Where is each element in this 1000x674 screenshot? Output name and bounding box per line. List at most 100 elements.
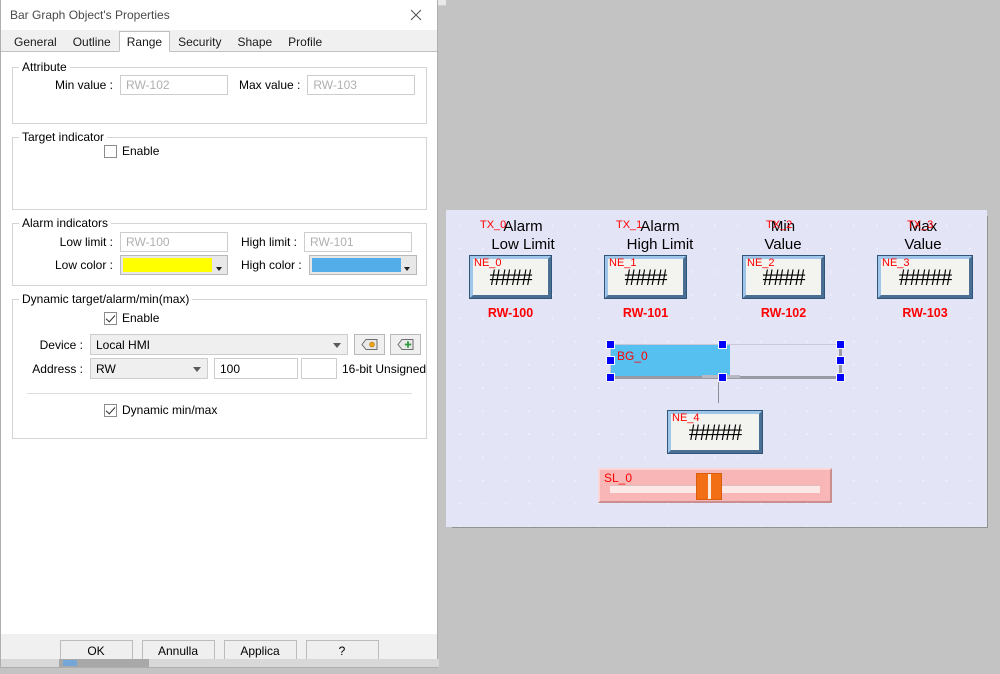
numeric-element-tag-0: NE_0 bbox=[474, 257, 502, 269]
tab-general[interactable]: General bbox=[6, 32, 65, 51]
max-value-input[interactable] bbox=[307, 75, 416, 95]
dialog-body: Attribute Min value : Max value : Target… bbox=[1, 52, 437, 634]
dialog-titlebar: Bar Graph Object's Properties bbox=[1, 0, 437, 30]
tab-security[interactable]: Security bbox=[170, 32, 230, 51]
attribute-group-legend: Attribute bbox=[22, 60, 67, 74]
dynamic-enable-checkbox[interactable] bbox=[104, 311, 117, 325]
chevron-down-icon bbox=[215, 267, 222, 271]
high-color-swatch bbox=[311, 258, 401, 272]
low-limit-input[interactable] bbox=[120, 232, 228, 252]
device-select[interactable]: Local HMI bbox=[90, 334, 348, 355]
numeric-element-address-1: RW-101 bbox=[622, 306, 669, 320]
min-value-row: Min value : bbox=[47, 75, 228, 95]
selection-handle-s[interactable] bbox=[718, 373, 727, 382]
screen: TX_0 Alarm Low Limit TX_1 Alarm High Lim… bbox=[0, 0, 1000, 674]
chevron-down-icon bbox=[193, 366, 201, 372]
high-color-picker[interactable] bbox=[308, 255, 417, 275]
numeric-element-tag-4: NE_4 bbox=[672, 412, 700, 424]
slider-thumb[interactable] bbox=[696, 473, 722, 500]
target-enable-row[interactable]: Enable bbox=[104, 144, 159, 158]
device-label: Device : bbox=[39, 337, 83, 352]
bottom-scrollbar-thumb-highlight[interactable] bbox=[63, 660, 77, 666]
target-indicator-legend: Target indicator bbox=[22, 130, 105, 144]
alarm-indicators-legend: Alarm indicators bbox=[22, 216, 109, 230]
target-indicator-group: Target indicator bbox=[12, 130, 427, 210]
tag-icon-button[interactable] bbox=[354, 334, 385, 355]
text-object-3-line2: Value bbox=[904, 236, 942, 253]
chevron-down-icon bbox=[333, 342, 341, 348]
numeric-element-tag-3: NE_3 bbox=[882, 257, 910, 269]
numeric-element-address-0: RW-100 bbox=[487, 306, 534, 320]
numeric-element-address-3: RW-103 bbox=[902, 306, 948, 320]
device-row: Device : Local HMI bbox=[31, 334, 421, 355]
dialog-tabstrip[interactable]: General Outline Range Security Shape Pro… bbox=[1, 30, 437, 52]
text-object-0-line2: Low Limit bbox=[491, 236, 555, 253]
text-object-tag-0: TX_0 bbox=[480, 219, 507, 231]
dynamic-minmax-checkbox[interactable] bbox=[104, 403, 117, 417]
dynamic-divider bbox=[27, 393, 412, 394]
bar-graph-properties-dialog: Bar Graph Object's Properties General Ou… bbox=[0, 0, 439, 668]
target-enable-label: Enable bbox=[122, 144, 160, 158]
selection-handle-n[interactable] bbox=[718, 340, 727, 349]
numeric-element-address-2: RW-102 bbox=[760, 306, 807, 320]
device-select-value: Local HMI bbox=[96, 337, 151, 352]
slider-thumb-split bbox=[708, 474, 711, 499]
data-format-text: 16-bit Unsigned bbox=[342, 361, 427, 376]
text-object-tag-1: TX_1 bbox=[616, 219, 643, 231]
target-enable-checkbox[interactable] bbox=[104, 144, 117, 158]
close-icon[interactable] bbox=[395, 0, 437, 29]
tab-shape[interactable]: Shape bbox=[229, 32, 281, 51]
min-value-label: Min value : bbox=[54, 78, 113, 92]
selection-handle-sw[interactable] bbox=[606, 373, 615, 382]
chevron-down-icon bbox=[404, 267, 411, 271]
low-color-swatch bbox=[123, 258, 212, 272]
low-color-row: Low color : bbox=[47, 255, 228, 275]
address-row: Address : RW 100 16-bit Unsigned bbox=[31, 358, 426, 379]
numeric-element-tag-2: NE_2 bbox=[747, 257, 775, 269]
high-limit-row: High limit : bbox=[241, 232, 413, 252]
numeric-element-tag-1: NE_1 bbox=[609, 257, 637, 269]
low-color-label: Low color : bbox=[54, 258, 113, 272]
address-label: Address : bbox=[32, 361, 83, 376]
dynamic-minmax-label: Dynamic min/max bbox=[122, 403, 218, 417]
low-limit-label: Low limit : bbox=[59, 235, 113, 249]
high-limit-label: High limit : bbox=[241, 235, 298, 249]
tab-profile[interactable]: Profile bbox=[280, 32, 331, 51]
low-color-caret[interactable] bbox=[212, 258, 225, 272]
selection-handle-w[interactable] bbox=[606, 356, 615, 365]
high-color-row: High color : bbox=[241, 255, 417, 275]
slider-object[interactable]: SL_0 bbox=[598, 468, 832, 503]
tab-outline[interactable]: Outline bbox=[64, 32, 119, 51]
high-color-label: High color : bbox=[241, 258, 302, 272]
dynamic-minmax-row[interactable]: Dynamic min/max bbox=[104, 403, 217, 417]
address-type-select[interactable]: RW bbox=[90, 358, 208, 379]
text-object-tag-2: TX_2 bbox=[766, 219, 793, 231]
dynamic-enable-row[interactable]: Enable bbox=[104, 311, 159, 325]
text-object-tag-3: TX_3 bbox=[907, 219, 934, 231]
low-limit-row: Low limit : bbox=[47, 232, 228, 252]
high-color-caret[interactable] bbox=[401, 258, 414, 272]
dynamic-enable-label: Enable bbox=[122, 311, 160, 325]
max-value-row: Max value : bbox=[239, 75, 416, 95]
tag-add-icon-button[interactable] bbox=[390, 334, 421, 355]
hmi-canvas[interactable]: TX_0 Alarm Low Limit TX_1 Alarm High Lim… bbox=[446, 210, 987, 527]
address-extra-input[interactable] bbox=[301, 358, 337, 379]
address-value-input[interactable]: 100 bbox=[214, 358, 298, 379]
text-object-1-line2: High Limit bbox=[626, 236, 694, 253]
low-color-picker[interactable] bbox=[120, 255, 228, 275]
dynamic-group-legend: Dynamic target/alarm/min(max) bbox=[22, 292, 190, 306]
max-value-label: Max value : bbox=[239, 78, 301, 92]
tab-range[interactable]: Range bbox=[118, 31, 171, 52]
text-object-2-line2: Value bbox=[764, 236, 802, 253]
bottom-scrollbar[interactable] bbox=[1, 659, 439, 667]
selection-handle-nw[interactable] bbox=[606, 340, 615, 349]
address-type-value: RW bbox=[96, 361, 116, 376]
selection-handle-e[interactable] bbox=[836, 356, 845, 365]
bar-graph-tag: BG_0 bbox=[617, 349, 648, 363]
selection-handle-se[interactable] bbox=[836, 373, 845, 382]
min-value-input[interactable] bbox=[120, 75, 228, 95]
dialog-title: Bar Graph Object's Properties bbox=[10, 7, 170, 22]
selection-handle-ne[interactable] bbox=[836, 340, 845, 349]
slider-tag: SL_0 bbox=[604, 471, 633, 485]
high-limit-input[interactable] bbox=[304, 232, 413, 252]
